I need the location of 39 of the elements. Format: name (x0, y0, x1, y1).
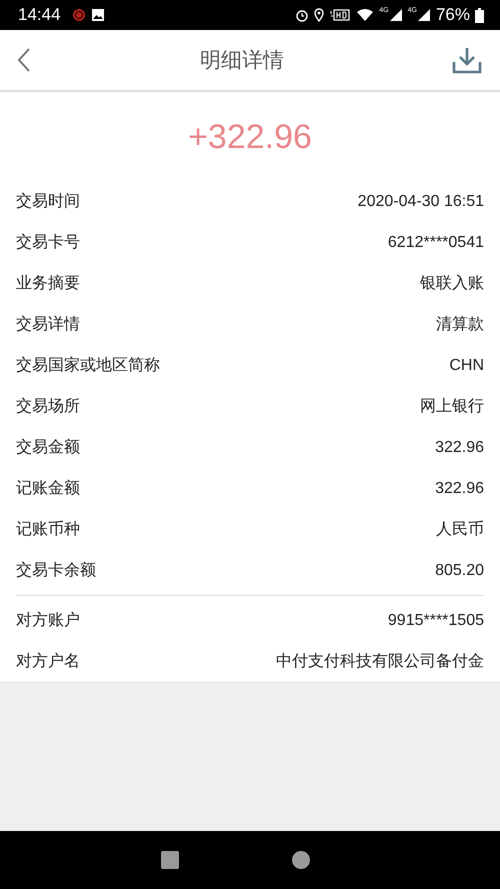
image-icon (90, 8, 105, 22)
field-label: 交易场所 (16, 396, 80, 417)
field-label: 交易卡余额 (16, 560, 96, 581)
battery-level: 76% (436, 5, 470, 25)
signal-icon (388, 8, 403, 22)
download-icon (452, 46, 482, 74)
field-value: 9915****1505 (388, 612, 484, 630)
notification-badge-icon (72, 8, 86, 22)
field-label: 交易详情 (16, 314, 80, 335)
field-label: 交易时间 (16, 191, 80, 212)
field-value: 805.20 (435, 562, 484, 580)
wifi-icon (356, 8, 374, 22)
field-value: CHN (449, 356, 484, 374)
field-value: 清算款 (436, 314, 484, 335)
field-value: 322.96 (435, 480, 484, 498)
field-label: 交易金额 (16, 437, 80, 458)
alarm-icon (295, 8, 310, 22)
signal-icon (416, 8, 431, 22)
amount-value: +322.96 (187, 117, 313, 158)
field-value: 银联入账 (420, 274, 484, 294)
field-label: 交易卡号 (16, 232, 80, 253)
back-icon (16, 47, 32, 73)
field-label: 记账币种 (16, 519, 80, 540)
field-value: 2020-04-30 16:51 (358, 192, 484, 210)
field-label: 对方账户 (16, 610, 80, 631)
field-value: 6212****0541 (388, 234, 484, 252)
field-value: 人民币 (436, 520, 484, 540)
location-icon (314, 8, 324, 22)
field-label: 业务摘要 (16, 273, 80, 294)
field-value: 中付支付科技有限公司备付金 (276, 652, 484, 672)
hd-icon (329, 8, 352, 22)
field-value: 322.96 (435, 438, 484, 456)
field-label: 记账金额 (16, 478, 80, 499)
page-title: 明细详情 (200, 47, 284, 74)
field-label: 交易国家或地区简称 (16, 355, 160, 376)
field-label: 对方户名 (16, 651, 80, 672)
battery-icon (475, 8, 484, 22)
field-value: 网上银行 (420, 396, 484, 417)
status-time: 14:44 (18, 5, 61, 25)
